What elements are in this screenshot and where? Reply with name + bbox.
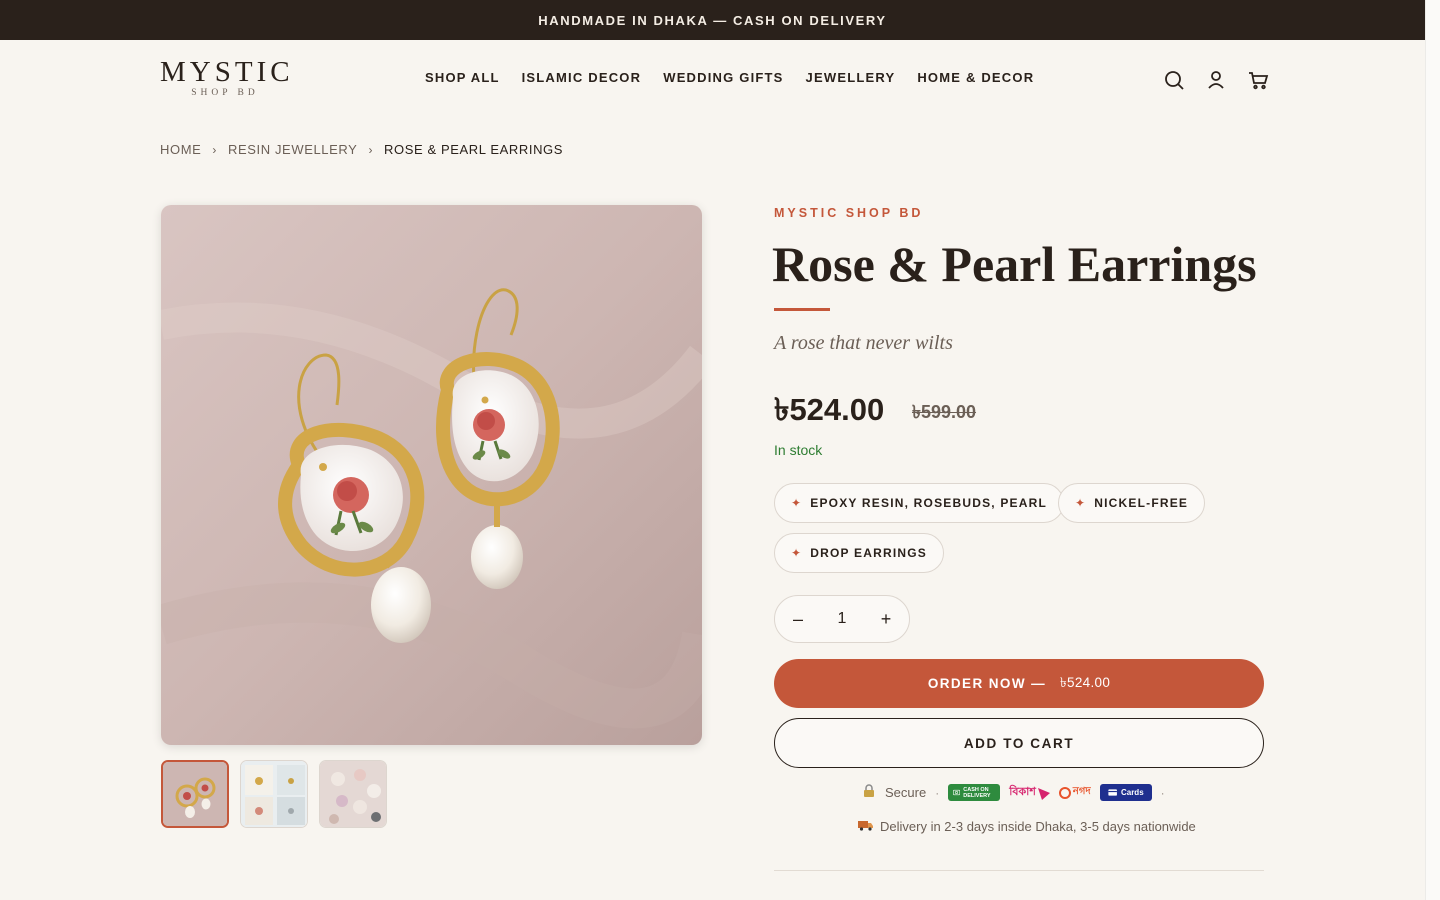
announcement-bar: HANDMADE IN DHAKA — CASH ON DELIVERY (0, 0, 1425, 40)
search-icon[interactable] (1162, 68, 1186, 92)
breadcrumb-home[interactable]: HOME (160, 142, 201, 157)
cod-badge-text: CASH ON DELIVERY (963, 786, 991, 799)
breadcrumb-separator: › (212, 142, 218, 157)
separator-dot: · (935, 785, 940, 800)
feature-label: DROP EARRINGS (810, 546, 927, 560)
nagad-badge-text: নগদ (1072, 786, 1091, 797)
separator-dot: · (1160, 785, 1165, 800)
nav-home-decor[interactable]: HOME & DECOR (917, 70, 1034, 85)
payment-methods: Secure · CASH ON DELIVERY বিকাশ নগদ Card… (862, 783, 1165, 802)
breadcrumb-category[interactable]: RESIN JEWELLERY (228, 142, 357, 157)
cash-on-delivery-badge: CASH ON DELIVERY (948, 784, 1001, 801)
sparkle-icon: ✦ (791, 496, 803, 510)
thumbnail-1[interactable] (161, 760, 229, 828)
quantity-value[interactable]: 1 (838, 610, 847, 628)
product-price: ৳524.00 (774, 392, 885, 427)
thumbnail-3[interactable] (319, 760, 387, 828)
sparkle-icon: ✦ (791, 546, 803, 560)
section-divider (774, 870, 1264, 871)
nav-jewellery[interactable]: JEWELLERY (806, 70, 896, 85)
quantity-increase-button[interactable]: + (879, 609, 893, 630)
main-nav: SHOP ALL ISLAMIC DECOR WEDDING GIFTS JEW… (425, 70, 1034, 85)
secure-label: Secure (885, 785, 927, 800)
cards-badge-text: Cards (1120, 788, 1144, 797)
delivery-text: Delivery in 2-3 days inside Dhaka, 3-5 d… (880, 819, 1196, 834)
product-tagline: A rose that never wilts (774, 332, 953, 354)
order-now-button[interactable]: ORDER NOW — ৳524.00 (774, 659, 1264, 708)
product-title: Rose & Pearl Earrings (772, 236, 1257, 292)
thumbnail-2[interactable] (240, 760, 308, 828)
scrollbar[interactable] (1425, 0, 1440, 900)
add-to-cart-button[interactable]: ADD TO CART (774, 718, 1264, 768)
logo[interactable]: MYSTIC SHOP BD (160, 56, 294, 99)
feature-label: EPOXY RESIN, ROSEBUDS, PEARL (810, 496, 1048, 510)
truck-icon (858, 819, 874, 834)
order-now-label: ORDER NOW — (927, 676, 1047, 691)
cards-badge: Cards (1099, 784, 1152, 801)
logo-sub: SHOP BD (191, 88, 259, 98)
feature-chip-nickel-free: ✦ NICKEL-FREE (1058, 483, 1206, 523)
account-icon[interactable] (1204, 68, 1228, 92)
nav-islamic-decor[interactable]: ISLAMIC DECOR (522, 70, 642, 85)
feature-chip-materials: ✦ EPOXY RESIN, ROSEBUDS, PEARL (774, 483, 1065, 523)
nav-shop-all[interactable]: SHOP ALL (425, 70, 500, 85)
bkash-badge-text: বিকাশ (1009, 786, 1036, 798)
compare-at-price: ৳599.00 (912, 402, 977, 422)
title-divider (774, 308, 830, 311)
lock-icon (862, 784, 876, 801)
quantity-stepper: – 1 + (774, 595, 910, 643)
breadcrumb-separator: › (368, 142, 374, 157)
thumbnail-strip (161, 760, 387, 828)
nav-wedding-gifts[interactable]: WEDDING GIFTS (663, 70, 783, 85)
product-brand[interactable]: MYSTIC SHOP BD (774, 206, 923, 220)
header-icons (1162, 68, 1270, 92)
product-main-image[interactable] (161, 205, 702, 745)
announcement-text: HANDMADE IN DHAKA — CASH ON DELIVERY (538, 12, 887, 28)
feature-label: NICKEL-FREE (1094, 496, 1189, 510)
order-now-amount: ৳524.00 (1060, 675, 1111, 690)
feature-chip-drop-earrings: ✦ DROP EARRINGS (774, 533, 944, 573)
cart-icon[interactable] (1246, 68, 1270, 92)
logo-main: MYSTIC (160, 56, 294, 88)
breadcrumb: HOME › RESIN JEWELLERY › ROSE & PEARL EA… (160, 142, 563, 157)
quantity-decrease-button[interactable]: – (791, 609, 805, 630)
bkash-badge: বিকাশ (1009, 783, 1050, 802)
breadcrumb-current: ROSE & PEARL EARRINGS (384, 142, 564, 157)
nagad-badge: নগদ (1058, 784, 1091, 801)
delivery-info: Delivery in 2-3 days inside Dhaka, 3-5 d… (858, 819, 1196, 834)
sparkle-icon: ✦ (1075, 496, 1087, 510)
stock-status: In stock (774, 442, 823, 458)
